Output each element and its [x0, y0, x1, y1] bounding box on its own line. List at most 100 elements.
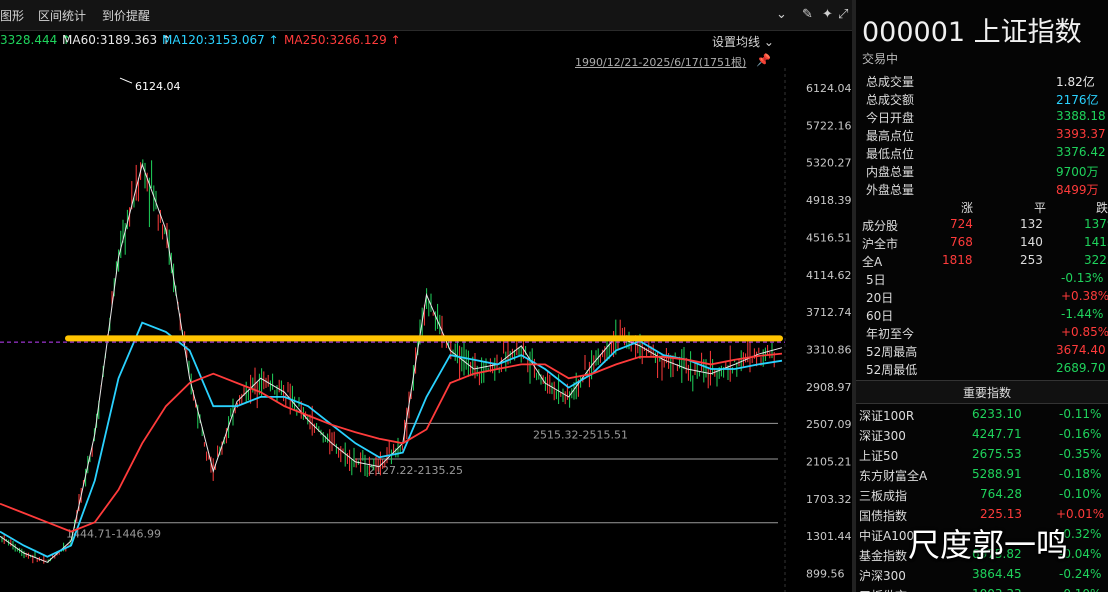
breadth-label: 全A	[862, 255, 883, 269]
breadth-flat: 132	[1020, 217, 1043, 231]
stat-label: 总成交额	[866, 93, 915, 107]
y-tick-label: 2507.09	[806, 418, 852, 431]
index-change: -0.24%	[1059, 567, 1102, 581]
y-tick-label: 5722.16	[806, 119, 852, 132]
period-label: 52周最高	[866, 345, 918, 359]
price-chart[interactable]: 2515.32-2515.512127.22-2135.251444.71-14…	[0, 68, 852, 592]
breadth-header: 跌	[1096, 201, 1108, 215]
period-value: +0.85%	[1061, 325, 1108, 339]
breadth-label: 成分股	[862, 219, 899, 233]
index-row[interactable]: 沪深300 3864.45 -0.24%	[856, 567, 1108, 587]
trading-status: 交易中	[862, 52, 899, 66]
index-row[interactable]: 三板做市 1003.33 -0.10%	[856, 587, 1108, 592]
ma-legend-item: MA60:3189.363 ↑	[62, 33, 172, 47]
index-row[interactable]: 深证100R 6233.10 -0.11%	[856, 407, 1108, 427]
index-name: 深证300	[859, 429, 906, 443]
stat-label: 最高点位	[866, 129, 915, 143]
quote-panel: 000001 上证指数 交易中 总成交量 1.82亿总成交额 2176亿今日开盘 33…	[856, 0, 1108, 592]
index-row[interactable]: 上证50 2675.53 -0.35%	[856, 447, 1108, 467]
chart-toolbar: 图形 区间统计 到价提醒 ⌄ ✎ ✦ ⤢	[0, 0, 852, 31]
index-change: -0.16%	[1059, 427, 1102, 441]
index-row[interactable]: 东方财富全A 5288.91 -0.18%	[856, 467, 1108, 487]
index-name: 沪深300	[859, 569, 906, 583]
y-tick-label: 4516.51	[806, 231, 852, 244]
y-tick-label: 3712.74	[806, 306, 852, 319]
pin-icon[interactable]: ✦	[822, 7, 833, 22]
stat-label: 今日开盘	[866, 111, 915, 125]
breadth-label: 沪全市	[862, 237, 899, 251]
index-name: 东方财富全A	[859, 469, 928, 483]
stat-value: 9700万	[1056, 165, 1099, 179]
y-tick-label: 2105.21	[806, 455, 852, 468]
index-row[interactable]: 三板成指 764.28 -0.10%	[856, 487, 1108, 507]
y-tick-label: 1703.32	[806, 493, 852, 506]
index-name: 中证A100	[859, 529, 915, 543]
breadth-up: 768	[950, 235, 973, 249]
section-header-key-indices: 重要指数	[856, 380, 1108, 404]
y-tick-label: 899.56	[806, 567, 845, 580]
index-value: 3864.45	[972, 567, 1022, 581]
menu-price-alert[interactable]: 到价提醒	[102, 7, 150, 24]
index-change: -0.35%	[1059, 447, 1102, 461]
period-value: +0.38%	[1061, 289, 1108, 303]
index-change: -0.10%	[1059, 587, 1101, 592]
stat-label: 外盘总量	[866, 183, 915, 197]
index-value: 1003.33	[972, 587, 1022, 592]
index-value: 4247.71	[972, 427, 1022, 441]
security-title: 000001 上证指数	[862, 17, 1082, 48]
period-label: 60日	[866, 309, 894, 323]
stat-value: 3376.42	[1056, 145, 1106, 159]
period-label: 52周最低	[866, 363, 918, 377]
y-tick-label: 4918.39	[806, 194, 852, 207]
period-value: 3674.40	[1056, 343, 1106, 357]
breadth-down: 1379	[1084, 217, 1108, 231]
period-value: -0.13%	[1061, 271, 1104, 285]
index-value: 6233.10	[972, 407, 1022, 421]
stat-value: 3393.37	[1056, 127, 1106, 141]
watermark-text: 尺度郭一鸣	[908, 526, 1069, 564]
period-label: 年初至今	[866, 327, 915, 341]
y-tick-label: 4114.62	[806, 269, 852, 282]
index-name: 基金指数	[859, 549, 908, 563]
breadth-flat: 253	[1020, 253, 1043, 267]
stat-label: 最低点位	[866, 147, 915, 161]
y-tick-label: 2908.97	[806, 381, 852, 394]
stat-label: 内盘总量	[866, 165, 915, 179]
index-change: -0.18%	[1059, 467, 1102, 481]
y-tick-label: 1301.44	[806, 530, 852, 543]
expand-icon[interactable]: ⤢	[838, 7, 848, 22]
stat-value: 3388.18	[1056, 109, 1106, 123]
support-label: 2515.32-2515.51	[533, 428, 628, 441]
index-name: 深证100R	[859, 409, 915, 423]
menu-chart-type[interactable]: 图形	[0, 7, 24, 24]
ma-legend-item: MA250:3266.129 ↑	[284, 33, 401, 47]
y-tick-label: 6124.04	[806, 82, 852, 95]
index-name: 三板成指	[859, 489, 908, 503]
breadth-header: 平	[1034, 201, 1047, 215]
stat-value: 1.82亿	[1056, 75, 1095, 89]
stat-value: 8499万	[1056, 183, 1099, 197]
breadth-down: 3223	[1084, 253, 1108, 267]
ma-settings-button[interactable]: 设置均线 ⌄	[712, 33, 774, 50]
peak-label: 6124.04	[135, 80, 181, 93]
stat-label: 总成交量	[866, 75, 915, 89]
menu-range-stats[interactable]: 区间统计	[38, 7, 86, 24]
brush-icon[interactable]: ✎	[802, 7, 813, 22]
index-name: 上证50	[859, 449, 899, 463]
chevron-down-circle-icon[interactable]: ⌄	[776, 7, 787, 22]
breadth-header: 涨	[961, 201, 974, 215]
stat-value: 2176亿	[1056, 93, 1099, 107]
index-value: 225.13	[980, 507, 1022, 521]
index-row[interactable]: 深证300 4247.71 -0.16%	[856, 427, 1108, 447]
index-name: 国债指数	[859, 509, 908, 523]
chevron-down-icon: ⌄	[763, 35, 774, 49]
index-change: -0.10%	[1059, 487, 1102, 501]
period-label: 5日	[866, 273, 886, 287]
index-value: 2675.53	[972, 447, 1022, 461]
period-label: 20日	[866, 291, 894, 305]
breadth-flat: 140	[1020, 235, 1043, 249]
ma-legend-item: MA120:3153.067 ↑	[162, 33, 279, 47]
pushpin-icon[interactable]: 📌	[756, 53, 771, 67]
index-value: 764.28	[980, 487, 1022, 501]
index-name: 三板做市	[859, 587, 907, 592]
